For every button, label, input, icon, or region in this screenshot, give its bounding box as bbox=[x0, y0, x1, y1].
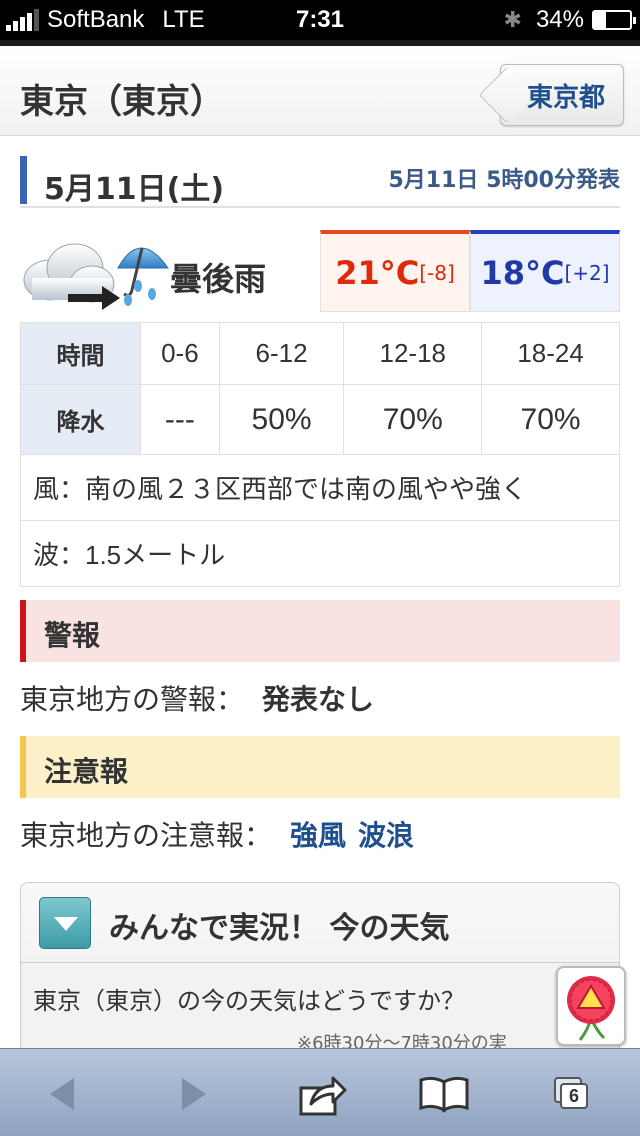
weather-text: 曇後雨 bbox=[170, 260, 267, 298]
advisory-link-waves[interactable]: 波浪 bbox=[358, 819, 414, 852]
wind-text: 風：南の風２３区西部では南の風やや強く bbox=[20, 454, 620, 521]
precip-cell: --- bbox=[140, 384, 220, 455]
waves-text: 波：1.5メートル bbox=[20, 520, 620, 587]
warnings-line: 東京地方の警報： 発表なし bbox=[20, 678, 374, 718]
live-weather-body: 東京（東京）の今の天気はどうですか？ ※6時30分〜7時30分の実 bbox=[21, 963, 619, 1054]
advisory-link-strong-wind[interactable]: 強風 bbox=[290, 819, 346, 852]
page-title: 東京（東京） bbox=[20, 82, 224, 122]
date-accent-bar bbox=[20, 156, 27, 204]
status-bar: SoftBank LTE 7:31 ✱ 34% bbox=[0, 0, 640, 40]
low-temp-diff: [+2] bbox=[564, 260, 610, 285]
precip-label: 降水 bbox=[20, 384, 141, 455]
bluetooth-icon: ✱ bbox=[503, 7, 522, 32]
precipitation-table: 時間 0-6 6-12 12-18 18-24 降水 --- 50% 70% 7… bbox=[20, 322, 620, 587]
advisories-heading: 注意報 bbox=[20, 736, 620, 798]
cloud-then-rain-icon bbox=[23, 243, 169, 310]
floating-badge-button[interactable] bbox=[556, 966, 626, 1046]
precip-cell: 70% bbox=[343, 384, 483, 455]
high-temp-diff: [-8] bbox=[419, 260, 455, 285]
warnings-accent-bar bbox=[20, 600, 26, 662]
issued-time: 5月11日 5時00分発表 bbox=[388, 168, 620, 193]
warnings-heading-label: 警報 bbox=[44, 619, 101, 652]
advisories-label: 東京地方の注意報： bbox=[20, 819, 273, 852]
forward-arrow-icon bbox=[182, 1078, 206, 1110]
page-header: 東京（東京） 東京都 bbox=[0, 40, 640, 136]
period-cell: 18-24 bbox=[481, 322, 620, 385]
warnings-label: 東京地方の警報： bbox=[20, 683, 245, 716]
back-nav-button[interactable] bbox=[34, 1069, 94, 1119]
precip-cell: 50% bbox=[218, 384, 345, 455]
forward-nav-button[interactable] bbox=[162, 1069, 222, 1119]
live-weather-title: みんなで実況！ 今の天気 bbox=[109, 911, 450, 946]
warnings-value: 発表なし bbox=[262, 683, 375, 716]
battery-percent: 34% bbox=[535, 6, 584, 33]
period-cell: 0-6 bbox=[140, 322, 220, 385]
low-temperature: 18°C [+2] bbox=[470, 230, 620, 312]
bookmarks-button[interactable] bbox=[414, 1069, 474, 1119]
time-row: 時間 0-6 6-12 12-18 18-24 bbox=[20, 322, 620, 385]
tabs-button[interactable]: 6 bbox=[540, 1069, 600, 1119]
flower-warning-icon bbox=[567, 976, 615, 1041]
warnings-heading: 警報 bbox=[20, 600, 620, 662]
period-cell: 6-12 bbox=[218, 322, 345, 385]
high-temp-value: 21°C bbox=[335, 253, 420, 292]
low-temp-value: 18°C bbox=[480, 253, 565, 292]
advisories-heading-label: 注意報 bbox=[44, 755, 129, 788]
wind-row: 風：南の風２３区西部では南の風やや強く bbox=[20, 454, 620, 521]
back-button[interactable]: 東京都 bbox=[478, 64, 624, 126]
waves-row: 波：1.5メートル bbox=[20, 520, 620, 587]
period-cell: 12-18 bbox=[343, 322, 483, 385]
tab-count: 6 bbox=[560, 1083, 588, 1109]
advisories-line: 東京地方の注意報： 強風 波浪 bbox=[20, 814, 426, 854]
browser-toolbar: 6 bbox=[0, 1048, 640, 1136]
back-button-label: 東京都 bbox=[526, 82, 605, 113]
back-arrow-icon bbox=[50, 1078, 74, 1110]
share-icon bbox=[299, 1076, 347, 1116]
live-weather-question: 東京（東京）の今の天気はどうですか？ bbox=[33, 987, 465, 1015]
high-temperature: 21°C [-8] bbox=[320, 230, 470, 312]
expand-toggle-icon[interactable] bbox=[39, 897, 91, 949]
live-weather-box: みんなで実況！ 今の天気 東京（東京）の今の天気はどうですか？ ※6時30分〜7… bbox=[20, 882, 620, 1054]
forecast-date: 5月11日(土) bbox=[44, 172, 225, 207]
precip-cell: 70% bbox=[481, 384, 620, 455]
date-row: 5月11日(土) 5月11日 5時00分発表 bbox=[20, 156, 620, 208]
advisories-accent-bar bbox=[20, 736, 26, 798]
precip-row: 降水 --- 50% 70% 70% bbox=[20, 384, 620, 455]
live-weather-header[interactable]: みんなで実況！ 今の天気 bbox=[21, 883, 619, 963]
bookmarks-icon bbox=[419, 1076, 469, 1113]
battery-icon bbox=[592, 10, 636, 30]
share-button[interactable] bbox=[292, 1069, 352, 1119]
time-label: 時間 bbox=[20, 322, 141, 385]
